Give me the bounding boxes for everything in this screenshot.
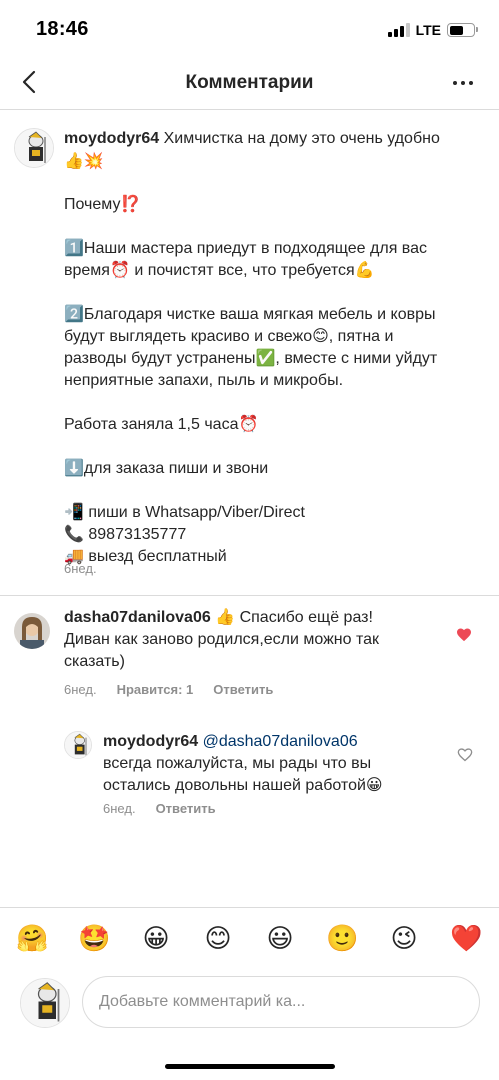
reply-mention[interactable]: @dasha07danilova06 xyxy=(203,733,358,750)
caption-line: 2️⃣Благодаря чистке ваша мягкая мебель и… xyxy=(64,306,436,323)
emoji-heart-icon[interactable]: ❤️ xyxy=(450,922,482,954)
caption-line: будут выглядеть красиво и свежо😊, пятна … xyxy=(64,328,394,345)
network-label: LTE xyxy=(415,22,441,38)
caption-line: 👍💥 xyxy=(64,151,104,170)
comment-input[interactable] xyxy=(82,976,480,1028)
caption-line: ⬇️для заказа пиши и звони xyxy=(64,460,269,477)
heart-filled-icon[interactable] xyxy=(456,627,472,647)
signal-icon xyxy=(387,23,410,37)
comment-line: 👍 Спасибо ещё раз! xyxy=(215,609,373,626)
divider xyxy=(0,595,499,596)
avatar[interactable] xyxy=(64,731,92,759)
caption-line xyxy=(64,480,484,502)
status-bar: 18:46 LTE xyxy=(0,0,499,58)
comment-time: 6нед. xyxy=(64,682,97,697)
caption-line: 🚚 выезд бесплатный xyxy=(64,548,227,565)
more-horizontal-icon[interactable] xyxy=(453,81,473,85)
emoji-grinning-icon[interactable]: 😀 xyxy=(140,922,172,954)
caption-line: Работа заняла 1,5 часа⏰ xyxy=(64,416,259,433)
status-indicators: LTE xyxy=(387,22,478,38)
caption-line xyxy=(64,216,484,238)
emoji-bar: 🤗 🤩 😀 😊 😃 🙂 😉 ❤️ xyxy=(0,907,499,971)
emoji-smiling-icon[interactable]: 😊 xyxy=(202,922,234,954)
reply-button[interactable]: Ответить xyxy=(156,801,216,816)
post-username[interactable]: moydodyr64 xyxy=(64,130,159,147)
emoji-smiley-icon[interactable]: 😃 xyxy=(264,922,296,954)
comment-username[interactable]: dasha07danilova06 xyxy=(64,609,211,626)
avatar[interactable] xyxy=(14,613,50,649)
caption-line xyxy=(64,436,484,458)
caption-line xyxy=(64,392,484,414)
reply-button[interactable]: Ответить xyxy=(213,682,273,697)
reply-meta: 6нед. Ответить xyxy=(103,801,216,816)
heart-outline-icon[interactable] xyxy=(457,747,473,767)
page-title: Комментарии xyxy=(185,72,314,93)
emoji-star-struck-icon[interactable]: 🤩 xyxy=(78,922,110,954)
caption-line: разводы будут устранены✅, вместе с ними … xyxy=(64,350,438,367)
caption-line xyxy=(64,172,484,194)
emoji-wink-icon[interactable]: 😉 xyxy=(388,922,420,954)
comment-meta: 6нед. Нравится: 1 Ответить xyxy=(64,682,273,697)
caption-line xyxy=(64,282,484,304)
caption-line: неприятные запахи, пыль и микробы. xyxy=(64,372,344,389)
status-time: 18:46 xyxy=(36,18,89,40)
caption-line: Почему⁉️ xyxy=(64,196,141,213)
caption-line: 📞 89873135777 xyxy=(64,526,187,543)
caption-line: Химчистка на дому это очень удобно xyxy=(163,130,440,147)
caption-line: 1️⃣Наши мастера приедут в подходящее для… xyxy=(64,240,428,257)
emoji-slight-smile-icon[interactable]: 🙂 xyxy=(326,922,358,954)
reply-username[interactable]: moydodyr64 xyxy=(103,733,198,750)
reply-line: остались довольны нашей работой😀 xyxy=(103,777,383,794)
comment-line: сказать) xyxy=(64,653,125,670)
post-time: 6нед. xyxy=(64,561,97,576)
home-indicator[interactable] xyxy=(165,1064,335,1069)
post-caption: moydodyr64 Химчистка на дому это очень у… xyxy=(64,128,484,568)
comment-text: dasha07danilova06 👍 Спасибо ещё раз! Див… xyxy=(64,607,444,673)
post-meta: 6нед. xyxy=(64,561,97,576)
nav-bar: Комментарии xyxy=(0,58,499,110)
caption-line: время⏰ и почистят все, что требуется💪 xyxy=(64,262,375,279)
reply-time: 6нед. xyxy=(103,801,136,816)
avatar xyxy=(20,978,70,1028)
comment-line: Диван как заново родился,если можно так xyxy=(64,631,380,648)
battery-icon xyxy=(447,23,478,37)
comment-likes[interactable]: Нравится: 1 xyxy=(117,682,194,697)
avatar[interactable] xyxy=(14,128,54,168)
reply-text: moydodyr64 @dasha07danilova06 всегда пож… xyxy=(103,731,453,797)
emoji-hugging-icon[interactable]: 🤗 xyxy=(16,922,48,954)
caption-line: 📲 пиши в Whatsapp/Viber/Direct xyxy=(64,504,305,521)
reply-line: всегда пожалуйста, мы рады что вы xyxy=(103,755,372,772)
